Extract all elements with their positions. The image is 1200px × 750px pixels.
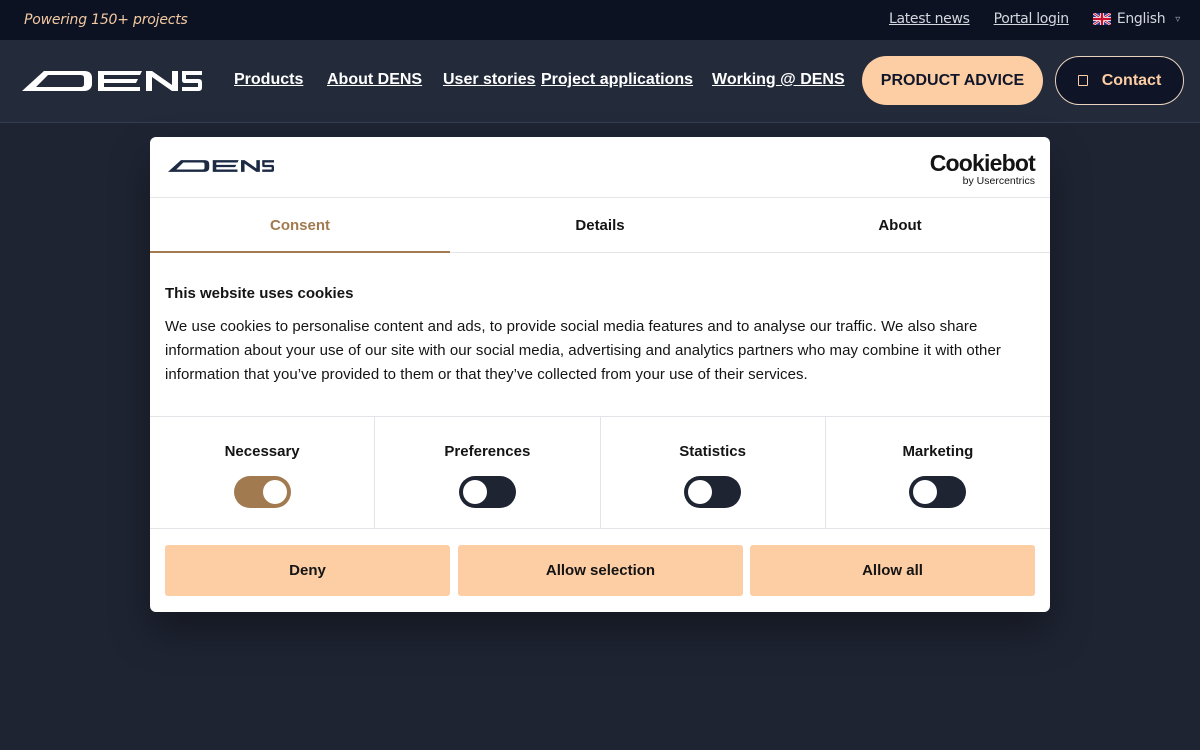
consent-buttons: Deny Allow selection Allow all bbox=[165, 545, 1035, 596]
nav-products[interactable]: Products bbox=[234, 71, 303, 89]
allow-selection-button[interactable]: Allow selection bbox=[458, 545, 743, 596]
deny-button[interactable]: Deny bbox=[165, 545, 450, 596]
cookiebot-wordmark: Cookiebot bbox=[929, 150, 1036, 176]
category-label: Statistics bbox=[679, 443, 746, 460]
category-preferences: Preferences bbox=[375, 417, 601, 528]
product-advice-button[interactable]: PRODUCT ADVICE bbox=[862, 56, 1043, 105]
necessary-toggle[interactable] bbox=[233, 476, 291, 508]
statistics-toggle[interactable] bbox=[684, 476, 742, 508]
preferences-toggle[interactable] bbox=[458, 476, 516, 508]
category-marketing: Marketing bbox=[826, 417, 1050, 528]
tagline: Powering 150+ projects bbox=[24, 12, 188, 28]
tab-details[interactable]: Details bbox=[450, 198, 750, 252]
consent-heading: This website uses cookies bbox=[165, 285, 354, 302]
dialog-tabs: Consent Details About bbox=[150, 198, 1050, 253]
uk-flag-icon bbox=[1092, 13, 1111, 25]
nav-working-at-dens[interactable]: Working @ DENS bbox=[712, 71, 845, 89]
portal-login-link[interactable]: Portal login bbox=[994, 11, 1069, 27]
tab-consent[interactable]: Consent bbox=[150, 198, 450, 253]
marketing-toggle[interactable] bbox=[909, 476, 967, 508]
chevron-down-icon: ▿ bbox=[1175, 13, 1180, 25]
phone-icon bbox=[1077, 75, 1088, 86]
language-selector[interactable]: English ▿ bbox=[1092, 11, 1180, 27]
toggle-knob bbox=[262, 480, 287, 504]
nav-about-dens[interactable]: About DENS bbox=[327, 71, 422, 89]
contact-label: Contact bbox=[1101, 71, 1162, 89]
toggle-knob bbox=[688, 480, 713, 504]
category-statistics: Statistics bbox=[601, 417, 826, 528]
category-label: Marketing bbox=[902, 443, 974, 460]
dens-logo[interactable] bbox=[22, 70, 202, 92]
latest-news-link[interactable]: Latest news bbox=[889, 11, 970, 27]
cookie-category-toggles: Necessary Preferences Statistics Marketi… bbox=[150, 416, 1050, 529]
top-links: Latest news Portal login English ▿ bbox=[889, 11, 1180, 27]
consent-body-text: We use cookies to personalise content an… bbox=[165, 318, 1001, 383]
nav-user-stories[interactable]: User stories bbox=[443, 71, 536, 89]
tab-about[interactable]: About bbox=[750, 198, 1050, 252]
cookiebot-subtitle: by Usercentrics bbox=[962, 175, 1035, 187]
dens-dialog-logo bbox=[168, 160, 274, 172]
nav-project-applications[interactable]: Project applications bbox=[541, 71, 693, 89]
top-utility-bar: Powering 150+ projects Latest news Porta… bbox=[0, 0, 1200, 40]
contact-button[interactable]: Contact bbox=[1055, 56, 1184, 105]
allow-all-button[interactable]: Allow all bbox=[750, 545, 1035, 596]
dialog-header: Cookiebot by Usercentrics bbox=[150, 137, 1050, 198]
consent-content: This website uses cookies We use cookies… bbox=[165, 285, 1035, 387]
category-label: Necessary bbox=[224, 443, 300, 460]
toggle-knob bbox=[462, 480, 487, 504]
category-necessary: Necessary bbox=[150, 417, 376, 528]
main-header: Products About DENS User stories Project… bbox=[0, 40, 1200, 123]
toggle-knob bbox=[913, 480, 938, 504]
language-label: English bbox=[1116, 11, 1166, 27]
cookiebot-logo[interactable]: Cookiebot by Usercentrics bbox=[929, 150, 1036, 187]
cookie-consent-dialog: Cookiebot by Usercentrics Consent Detail… bbox=[150, 137, 1050, 612]
category-label: Preferences bbox=[444, 443, 531, 460]
